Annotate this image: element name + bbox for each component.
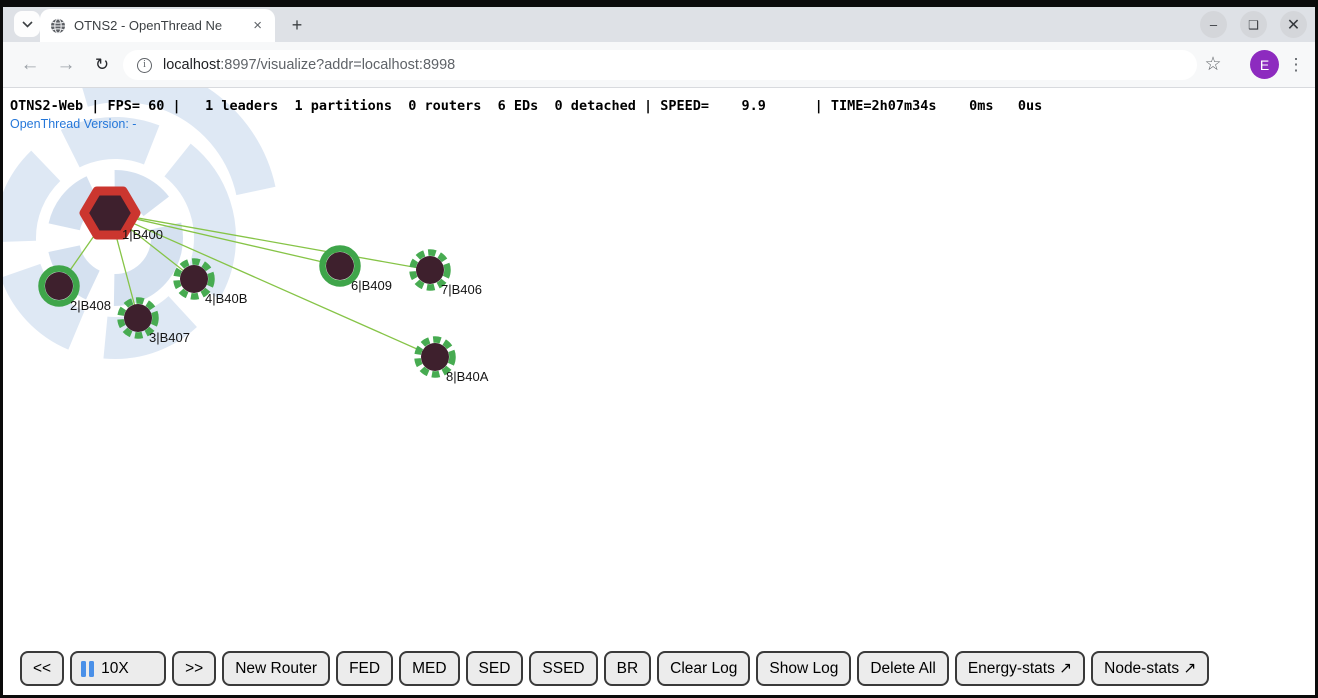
sed-button[interactable]: SED [466, 651, 524, 686]
globe-favicon-icon [50, 18, 66, 34]
node-8-B40A[interactable]: 8|B40A [418, 340, 489, 385]
browser-toolbar: ← → ↻ i localhost:8997/visualize?addr=lo… [3, 42, 1315, 88]
tab-title: OTNS2 - OpenThread Ne [74, 18, 249, 33]
node-label: 8|B40A [446, 369, 489, 384]
node-6-B409[interactable]: 6|B409 [323, 249, 392, 294]
window-controls: – ❑ ✕ [1200, 11, 1307, 38]
network-graph-canvas[interactable]: 1|B400 2|B408 3|B407 4|B40B 6|B409 7|B406 8|B4… [3, 88, 1315, 693]
ssed-button[interactable]: SSED [529, 651, 597, 686]
energy-stats-button[interactable]: Energy-stats ↗ [955, 651, 1085, 686]
page-info-icon[interactable]: i [137, 58, 152, 73]
pause-icon [81, 661, 94, 677]
tab-otns2[interactable]: OTNS2 - OpenThread Ne × [40, 9, 275, 42]
tab-close-icon[interactable]: × [249, 16, 266, 35]
url-text: localhost:8997/visualize?addr=localhost:… [163, 57, 455, 73]
node-label: 6|B409 [351, 278, 392, 293]
new-router-button[interactable]: New Router [222, 651, 330, 686]
forward-icon[interactable]: → [51, 42, 81, 87]
speed-up-button[interactable]: >> [172, 651, 216, 686]
minimize-button[interactable]: – [1200, 11, 1227, 38]
med-button[interactable]: MED [399, 651, 459, 686]
clear-log-button[interactable]: Clear Log [657, 651, 750, 686]
maximize-button[interactable]: ❑ [1240, 11, 1267, 38]
node-7-B406[interactable]: 7|B406 [413, 253, 482, 298]
fed-button[interactable]: FED [336, 651, 393, 686]
node-label: 3|B407 [149, 330, 190, 345]
close-button[interactable]: ✕ [1280, 11, 1307, 38]
simulation-toolbar: << 10X >> New Router FED MED SED SSED BR… [20, 651, 1209, 686]
otns-page: 1|B400 2|B408 3|B407 4|B40B 6|B409 7|B406 8|B4… [3, 88, 1315, 695]
bookmark-star-icon[interactable]: ☆ [1199, 42, 1227, 87]
br-button[interactable]: BR [604, 651, 652, 686]
speed-down-button[interactable]: << [20, 651, 64, 686]
address-bar[interactable]: i localhost:8997/visualize?addr=localhos… [123, 50, 1197, 80]
refresh-icon[interactable]: ↻ [87, 42, 117, 87]
node-label: 2|B408 [70, 298, 111, 313]
url-host: localhost [163, 57, 220, 73]
profile-avatar[interactable]: E [1250, 50, 1279, 79]
speed-value: 10X [101, 660, 129, 678]
speed-display-button[interactable]: 10X [70, 651, 166, 686]
tab-search-chevron-button[interactable] [14, 11, 40, 37]
node-label: 7|B406 [441, 282, 482, 297]
delete-all-button[interactable]: Delete All [857, 651, 948, 686]
new-tab-button[interactable]: + [285, 13, 309, 37]
node-stats-button[interactable]: Node-stats ↗ [1091, 651, 1209, 686]
url-path: :8997/visualize?addr=localhost:8998 [220, 57, 455, 73]
node-label: 4|B40B [205, 291, 247, 306]
chevron-down-icon [22, 21, 33, 28]
browser-window: OTNS2 - OpenThread Ne × + – ❑ ✕ ← → ↻ i … [3, 7, 1315, 695]
watermark-logo [3, 88, 308, 407]
show-log-button[interactable]: Show Log [756, 651, 851, 686]
back-icon[interactable]: ← [15, 42, 45, 87]
node-label: 1|B400 [122, 227, 163, 242]
browser-menu-icon[interactable]: ⋮ [1284, 42, 1308, 87]
openthread-version-label: OpenThread Version: - [10, 117, 136, 131]
tab-strip: OTNS2 - OpenThread Ne × + – ❑ ✕ [3, 7, 1315, 42]
simulator-status-line: OTNS2-Web | FPS= 60 | 1 leaders 1 partit… [10, 98, 1042, 114]
